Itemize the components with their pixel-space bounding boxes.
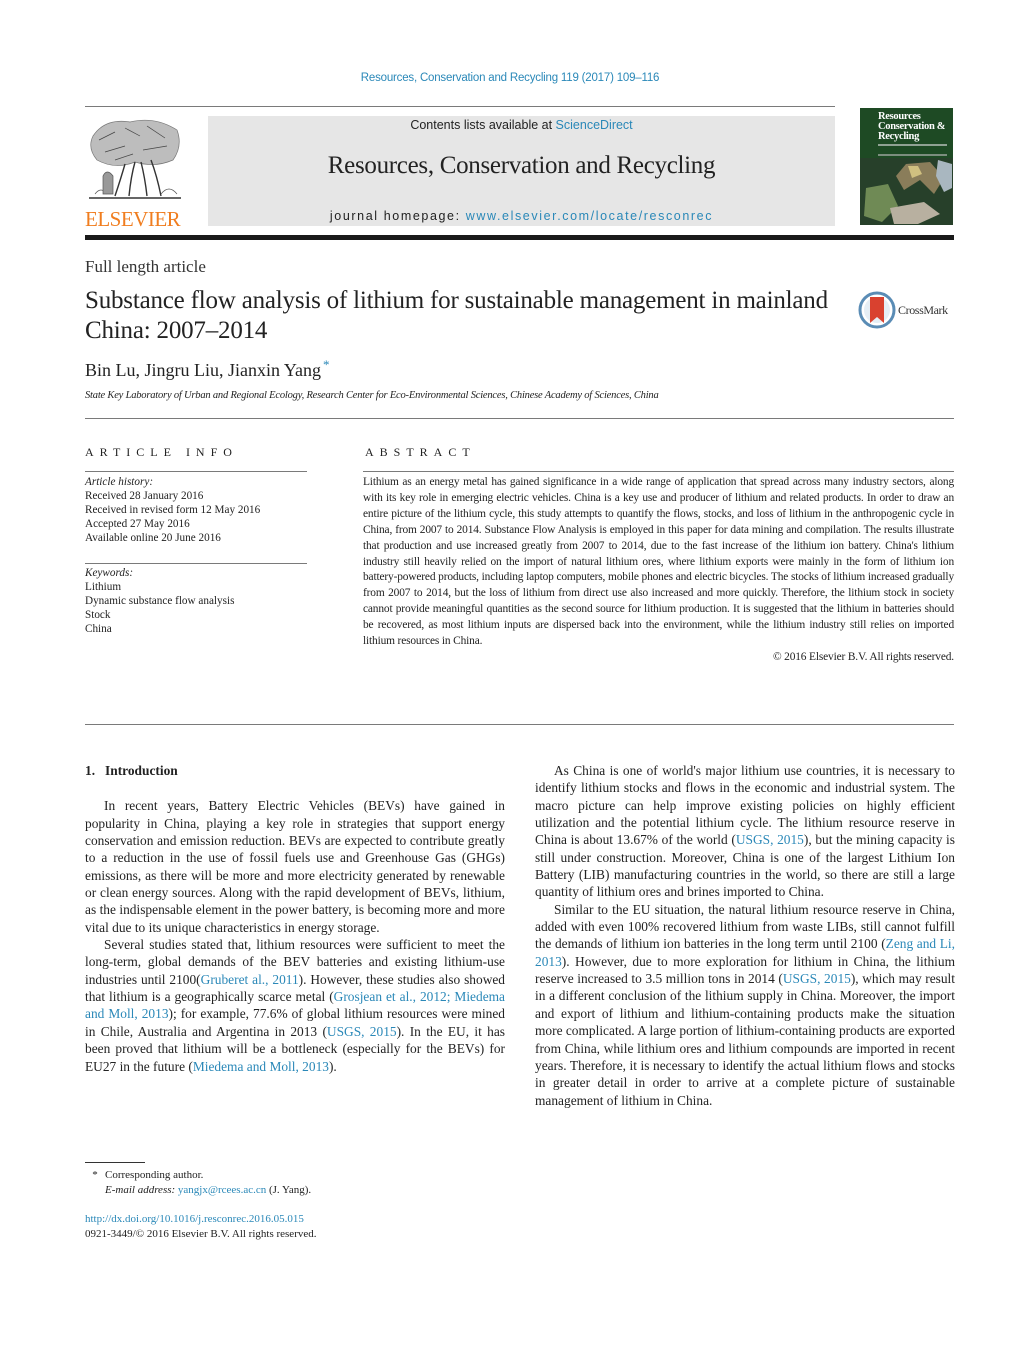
abstract: Lithium as an energy metal has gained si… [363,475,954,666]
citation-link[interactable]: Gruberet al., 2011 [201,972,299,987]
citation-link[interactable]: USGS, 2015 [736,832,804,847]
homepage-link[interactable]: www.elsevier.com/locate/resconrec [466,209,713,223]
section-number: 1. [85,763,96,778]
citation-link[interactable]: USGS, 2015 [327,1024,397,1039]
abstract-text: Lithium as an energy metal has gained si… [363,476,954,648]
divider [363,471,954,472]
header-divider [85,235,954,240]
elsevier-tree-icon [89,119,181,199]
crossmark-button[interactable]: CrossMark [858,291,958,329]
cover-title: Resources Conservation & Recycling [878,111,946,142]
divider [85,106,835,107]
divider [85,471,307,472]
elsevier-wordmark: ELSEVIER [85,207,181,231]
homepage-line: journal homepage: www.elsevier.com/locat… [208,209,835,223]
section-title: Introduction [105,763,178,778]
crossmark-icon [858,291,896,329]
email-suffix: (J. Yang). [266,1183,312,1196]
keyword-item: Stock [85,609,111,622]
corresponding-author-marker[interactable]: * [323,357,330,372]
divider [85,418,954,419]
paragraph: Similar to the EU situation, the natural… [535,901,955,1109]
abstract-heading: ABSTRACT [365,445,476,459]
article-history-label: Article history: [85,476,154,488]
history-item: Accepted 27 May 2016 [85,518,190,531]
paragraph: Several studies stated that, lithium res… [85,936,505,1075]
citation-link[interactable]: USGS, 2015 [783,971,851,986]
doi-link[interactable]: http://dx.doi.org/10.1016/j.resconrec.20… [85,1212,317,1227]
email-link[interactable]: yangjx@rcees.ac.cn [178,1184,266,1196]
citation-link[interactable]: Miedema and Moll, 2013 [193,1059,329,1074]
divider [85,724,954,725]
divider [85,563,307,564]
footnote-divider [85,1162,145,1163]
paragraph: As China is one of world's major lithium… [535,762,955,901]
paragraph: In recent years, Battery Electric Vehicl… [85,797,505,936]
sciencedirect-link[interactable]: ScienceDirect [556,118,633,132]
left-paragraphs: In recent years, Battery Electric Vehicl… [85,797,505,1075]
footnote: * Corresponding author. E-mail address: y… [85,1168,311,1197]
doi-block: http://dx.doi.org/10.1016/j.resconrec.20… [85,1212,317,1241]
keyword-item: China [85,623,112,636]
issn-line: 0921-3449/© 2016 Elsevier B.V. All right… [85,1227,317,1240]
section-heading: 1. Introduction [85,762,505,779]
history-item: Available online 20 June 2016 [85,532,221,545]
keywords: Keywords: Lithium Dynamic substance flow… [85,566,315,636]
paragraph-text: In recent years, Battery Electric Vehicl… [85,798,505,935]
recycling-arrows-icon [860,158,953,225]
journal-cover-thumbnail[interactable]: Resources Conservation & Recycling [860,108,953,225]
journal-title: Resources, Conservation and Recycling [327,152,716,179]
contents-prefix: Contents lists available at [410,118,556,132]
body-column-left: 1. Introduction In recent years, Battery … [85,762,505,1075]
keyword-item: Dynamic substance flow analysis [85,595,235,608]
affiliation: State Key Laboratory of Urban and Region… [85,390,659,401]
homepage-prefix: journal homepage: [329,209,466,223]
elsevier-logo[interactable]: ELSEVIER [85,116,187,231]
paragraph-text: ), which may result in a different concl… [535,971,955,1108]
footnote-text: Corresponding author. [105,1169,204,1181]
history-item: Received 28 January 2016 [85,490,204,503]
paragraph-text: ). [328,1058,337,1074]
footnote-marker: * [92,1169,98,1181]
article-title: Substance flow analysis of lithium for s… [85,287,828,344]
body-column-right: As China is one of world's major lithium… [535,762,955,1109]
author-list: Bin Lu, Jingru Liu, Jianxin Yang * [85,357,330,381]
journal-masthead: Contents lists available at ScienceDirec… [208,116,835,226]
right-paragraphs: As China is one of world's major lithium… [535,762,955,1109]
email-label: E-mail address: [105,1183,176,1196]
abstract-copyright: © 2016 Elsevier B.V. All rights reserved… [772,650,954,663]
contents-line: Contents lists available at ScienceDirec… [208,118,835,132]
article-info-heading: ARTICLE INFO [85,445,238,459]
authors-names[interactable]: Bin Lu, Jingru Liu, Jianxin Yang [85,360,321,380]
crossmark-label: CrossMark [898,303,948,317]
cover-subtitle-lines [878,144,947,156]
keyword-item: Lithium [85,581,122,594]
keywords-label: Keywords: [85,567,134,579]
article-history: Article history: Received 28 January 201… [85,475,315,545]
journal-reference[interactable]: Resources, Conservation and Recycling 11… [0,72,1020,84]
history-item: Received in revised form 12 May 2016 [85,504,261,517]
article-type: Full length article [85,257,206,276]
